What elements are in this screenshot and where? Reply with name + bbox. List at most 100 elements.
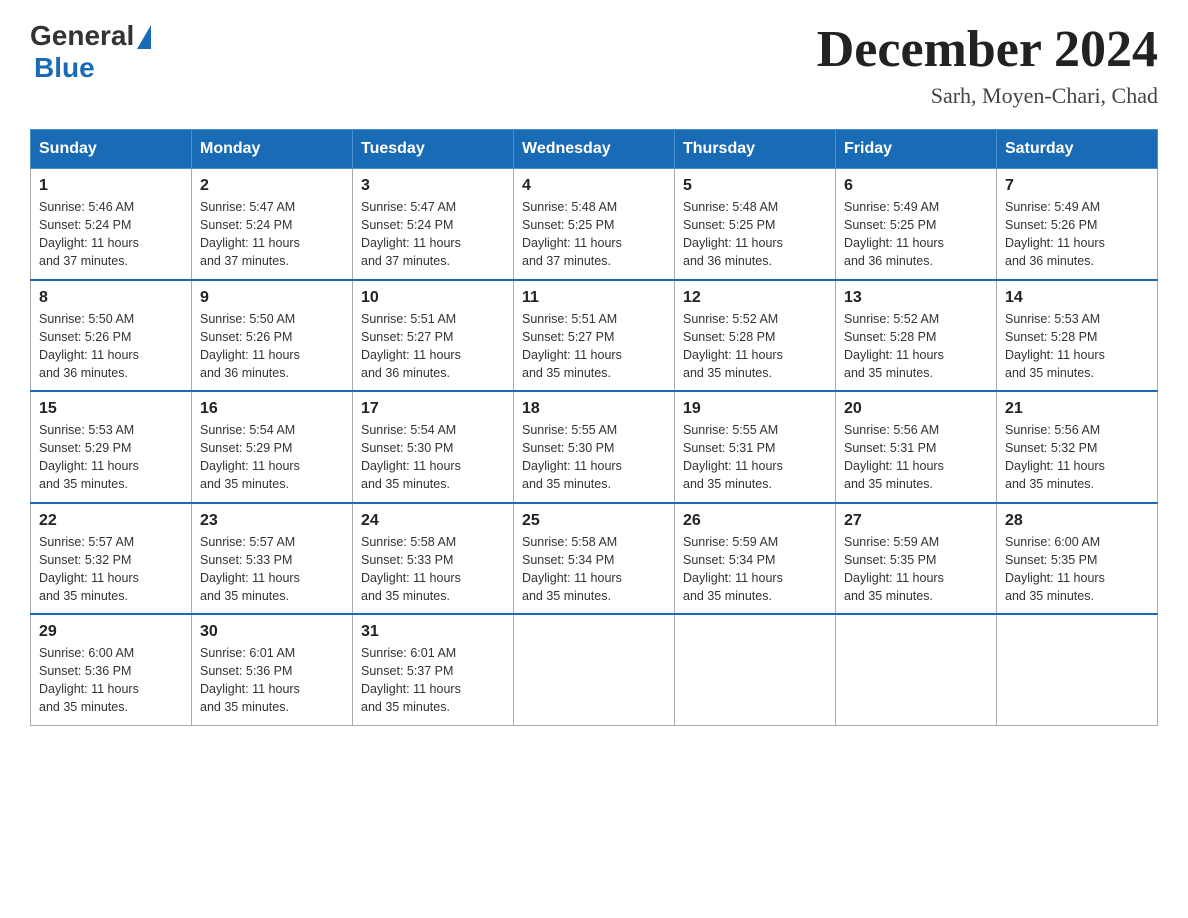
calendar-cell xyxy=(675,614,836,725)
calendar-cell: 14Sunrise: 5:53 AMSunset: 5:28 PMDayligh… xyxy=(997,280,1158,392)
calendar-week-row: 15 Sunrise: 5:53 AMSunset: 5:29 PMDayligh… xyxy=(31,391,1158,503)
calendar-header-wednesday: Wednesday xyxy=(514,130,675,169)
location: Sarh, Moyen-Chari, Chad xyxy=(817,83,1158,109)
calendar-cell xyxy=(514,614,675,725)
day-number: 15 xyxy=(39,400,183,418)
day-number: 20 xyxy=(844,400,988,418)
calendar-cell: 5 Sunrise: 5:48 AMSunset: 5:25 PMDaylight… xyxy=(675,169,836,280)
calendar-cell: 21 Sunrise: 5:56 AMSunset: 5:32 PMDayligh… xyxy=(997,391,1158,503)
day-info: Sunrise: 5:56 AMSunset: 5:32 PMDaylight:… xyxy=(1005,421,1149,494)
logo-blue-text: Blue xyxy=(34,52,95,84)
day-info: Sunrise: 5:47 AMSunset: 5:24 PMDaylight:… xyxy=(200,198,344,271)
day-info: Sunrise: 5:55 AMSunset: 5:31 PMDaylight:… xyxy=(683,421,827,494)
calendar-week-row: 22 Sunrise: 5:57 AMSunset: 5:32 PMDayligh… xyxy=(31,503,1158,615)
calendar-cell: 1Sunrise: 5:46 AMSunset: 5:24 PMDaylight… xyxy=(31,169,192,280)
day-number: 11 xyxy=(522,289,666,307)
calendar-cell: 29 Sunrise: 6:00 AMSunset: 5:36 PMDayligh… xyxy=(31,614,192,725)
calendar-header-monday: Monday xyxy=(192,130,353,169)
calendar-cell: 17 Sunrise: 5:54 AMSunset: 5:30 PMDayligh… xyxy=(353,391,514,503)
day-number: 31 xyxy=(361,623,505,641)
day-info: Sunrise: 5:46 AMSunset: 5:24 PMDaylight:… xyxy=(39,198,183,271)
calendar-cell: 3 Sunrise: 5:47 AMSunset: 5:24 PMDaylight… xyxy=(353,169,514,280)
calendar-cell: 18 Sunrise: 5:55 AMSunset: 5:30 PMDayligh… xyxy=(514,391,675,503)
day-info: Sunrise: 5:51 AMSunset: 5:27 PMDaylight:… xyxy=(361,310,505,383)
calendar-cell: 23Sunrise: 5:57 AMSunset: 5:33 PMDayligh… xyxy=(192,503,353,615)
calendar-header-sunday: Sunday xyxy=(31,130,192,169)
day-info: Sunrise: 5:54 AMSunset: 5:30 PMDaylight:… xyxy=(361,421,505,494)
day-number: 8 xyxy=(39,289,183,307)
day-number: 19 xyxy=(683,400,827,418)
day-info: Sunrise: 6:01 AMSunset: 5:37 PMDaylight:… xyxy=(361,644,505,717)
day-number: 25 xyxy=(522,512,666,530)
day-number: 16 xyxy=(200,400,344,418)
calendar-header-friday: Friday xyxy=(836,130,997,169)
day-info: Sunrise: 5:58 AMSunset: 5:34 PMDaylight:… xyxy=(522,533,666,606)
day-info: Sunrise: 6:01 AMSunset: 5:36 PMDaylight:… xyxy=(200,644,344,717)
calendar-header-tuesday: Tuesday xyxy=(353,130,514,169)
page-header: General Blue December 2024 Sarh, Moyen-C… xyxy=(30,20,1158,109)
calendar-cell: 26 Sunrise: 5:59 AMSunset: 5:34 PMDayligh… xyxy=(675,503,836,615)
day-number: 18 xyxy=(522,400,666,418)
day-number: 10 xyxy=(361,289,505,307)
day-number: 21 xyxy=(1005,400,1149,418)
day-info: Sunrise: 5:49 AMSunset: 5:25 PMDaylight:… xyxy=(844,198,988,271)
day-info: Sunrise: 6:00 AMSunset: 5:36 PMDaylight:… xyxy=(39,644,183,717)
calendar-cell: 2 Sunrise: 5:47 AMSunset: 5:24 PMDaylight… xyxy=(192,169,353,280)
calendar-header-saturday: Saturday xyxy=(997,130,1158,169)
day-info: Sunrise: 5:51 AMSunset: 5:27 PMDaylight:… xyxy=(522,310,666,383)
calendar-cell: 7Sunrise: 5:49 AMSunset: 5:26 PMDaylight… xyxy=(997,169,1158,280)
day-number: 2 xyxy=(200,177,344,195)
day-number: 23 xyxy=(200,512,344,530)
day-info: Sunrise: 5:48 AMSunset: 5:25 PMDaylight:… xyxy=(522,198,666,271)
day-number: 29 xyxy=(39,623,183,641)
day-number: 3 xyxy=(361,177,505,195)
day-info: Sunrise: 5:50 AMSunset: 5:26 PMDaylight:… xyxy=(39,310,183,383)
day-number: 4 xyxy=(522,177,666,195)
day-number: 17 xyxy=(361,400,505,418)
day-info: Sunrise: 5:54 AMSunset: 5:29 PMDaylight:… xyxy=(200,421,344,494)
day-info: Sunrise: 5:59 AMSunset: 5:34 PMDaylight:… xyxy=(683,533,827,606)
day-info: Sunrise: 5:55 AMSunset: 5:30 PMDaylight:… xyxy=(522,421,666,494)
day-info: Sunrise: 5:53 AMSunset: 5:29 PMDaylight:… xyxy=(39,421,183,494)
day-number: 6 xyxy=(844,177,988,195)
calendar-cell: 20 Sunrise: 5:56 AMSunset: 5:31 PMDayligh… xyxy=(836,391,997,503)
calendar-week-row: 29 Sunrise: 6:00 AMSunset: 5:36 PMDayligh… xyxy=(31,614,1158,725)
calendar-cell: 9Sunrise: 5:50 AMSunset: 5:26 PMDaylight… xyxy=(192,280,353,392)
logo-triangle-icon xyxy=(137,25,151,49)
day-number: 30 xyxy=(200,623,344,641)
day-info: Sunrise: 5:56 AMSunset: 5:31 PMDaylight:… xyxy=(844,421,988,494)
day-info: Sunrise: 5:57 AMSunset: 5:32 PMDaylight:… xyxy=(39,533,183,606)
calendar-cell: 13 Sunrise: 5:52 AMSunset: 5:28 PMDayligh… xyxy=(836,280,997,392)
calendar-cell: 4 Sunrise: 5:48 AMSunset: 5:25 PMDaylight… xyxy=(514,169,675,280)
day-info: Sunrise: 6:00 AMSunset: 5:35 PMDaylight:… xyxy=(1005,533,1149,606)
day-info: Sunrise: 5:53 AMSunset: 5:28 PMDaylight:… xyxy=(1005,310,1149,383)
day-info: Sunrise: 5:48 AMSunset: 5:25 PMDaylight:… xyxy=(683,198,827,271)
calendar-header-row: SundayMondayTuesdayWednesdayThursdayFrid… xyxy=(31,130,1158,169)
calendar-cell: 22 Sunrise: 5:57 AMSunset: 5:32 PMDayligh… xyxy=(31,503,192,615)
calendar-week-row: 8 Sunrise: 5:50 AMSunset: 5:26 PMDaylight… xyxy=(31,280,1158,392)
calendar-cell: 12 Sunrise: 5:52 AMSunset: 5:28 PMDayligh… xyxy=(675,280,836,392)
calendar-week-row: 1Sunrise: 5:46 AMSunset: 5:24 PMDaylight… xyxy=(31,169,1158,280)
day-number: 26 xyxy=(683,512,827,530)
day-number: 13 xyxy=(844,289,988,307)
month-title: December 2024 xyxy=(817,20,1158,79)
title-area: December 2024 Sarh, Moyen-Chari, Chad xyxy=(817,20,1158,109)
day-info: Sunrise: 5:47 AMSunset: 5:24 PMDaylight:… xyxy=(361,198,505,271)
day-info: Sunrise: 5:52 AMSunset: 5:28 PMDaylight:… xyxy=(844,310,988,383)
logo-general-text: General xyxy=(30,20,134,52)
day-info: Sunrise: 5:59 AMSunset: 5:35 PMDaylight:… xyxy=(844,533,988,606)
day-number: 5 xyxy=(683,177,827,195)
calendar-cell: 25 Sunrise: 5:58 AMSunset: 5:34 PMDayligh… xyxy=(514,503,675,615)
day-info: Sunrise: 5:52 AMSunset: 5:28 PMDaylight:… xyxy=(683,310,827,383)
day-number: 27 xyxy=(844,512,988,530)
day-info: Sunrise: 5:49 AMSunset: 5:26 PMDaylight:… xyxy=(1005,198,1149,271)
day-number: 12 xyxy=(683,289,827,307)
calendar-cell: 24Sunrise: 5:58 AMSunset: 5:33 PMDayligh… xyxy=(353,503,514,615)
calendar-cell: 30 Sunrise: 6:01 AMSunset: 5:36 PMDayligh… xyxy=(192,614,353,725)
calendar-cell: 6 Sunrise: 5:49 AMSunset: 5:25 PMDaylight… xyxy=(836,169,997,280)
day-number: 22 xyxy=(39,512,183,530)
calendar-cell: 27 Sunrise: 5:59 AMSunset: 5:35 PMDayligh… xyxy=(836,503,997,615)
calendar-table: SundayMondayTuesdayWednesdayThursdayFrid… xyxy=(30,129,1158,726)
calendar-cell: 11 Sunrise: 5:51 AMSunset: 5:27 PMDayligh… xyxy=(514,280,675,392)
calendar-cell xyxy=(836,614,997,725)
